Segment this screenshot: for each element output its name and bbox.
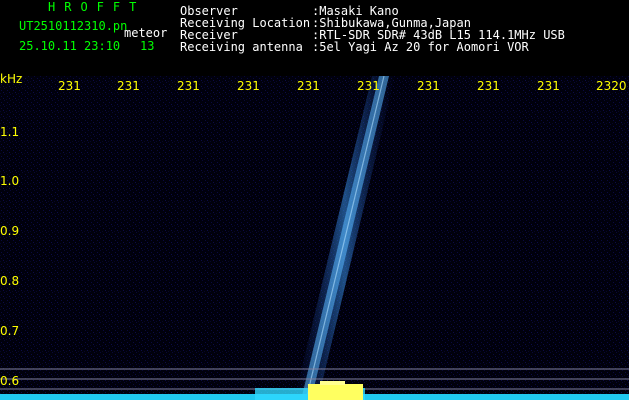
x-tick-label: 231 [417,79,440,93]
app-title: HROFFT [48,0,146,14]
spectrogram [0,76,629,400]
date-time: 25.10.11 23:10 [19,39,121,53]
x-tick-label: 231 [477,79,500,93]
x-tick-label: 231 [117,79,140,93]
x-tick-label: 2320 [596,79,627,93]
y-tick-label: 1.1 [0,125,20,139]
x-tick-label: 231 [58,79,81,93]
x-tick-label: 231 [537,79,560,93]
x-tick-label: 231 [177,79,200,93]
y-tick-label: 0.8 [0,274,20,288]
file-name: UT2510112310.pn [19,19,128,33]
x-tick-label: 231 [357,79,380,93]
y-tick-label: 0.9 [0,224,20,238]
antenna-value: :5el Yagi Az 20 for Aomori VOR [312,40,529,54]
y-tick-label: 0.6 [0,374,20,388]
x-tick-label: 231 [297,79,320,93]
detection-count: 13 [140,39,155,53]
y-tick-label: 1.0 [0,174,20,188]
y-axis-unit: kHz [0,72,23,86]
antenna-label: Receiving antenna [180,40,303,54]
y-tick-label: 0.7 [0,324,20,338]
header-panel: HROFFT UT2510112310.pn meteor 25.10.11 2… [0,0,629,76]
x-tick-label: 231 [237,79,260,93]
